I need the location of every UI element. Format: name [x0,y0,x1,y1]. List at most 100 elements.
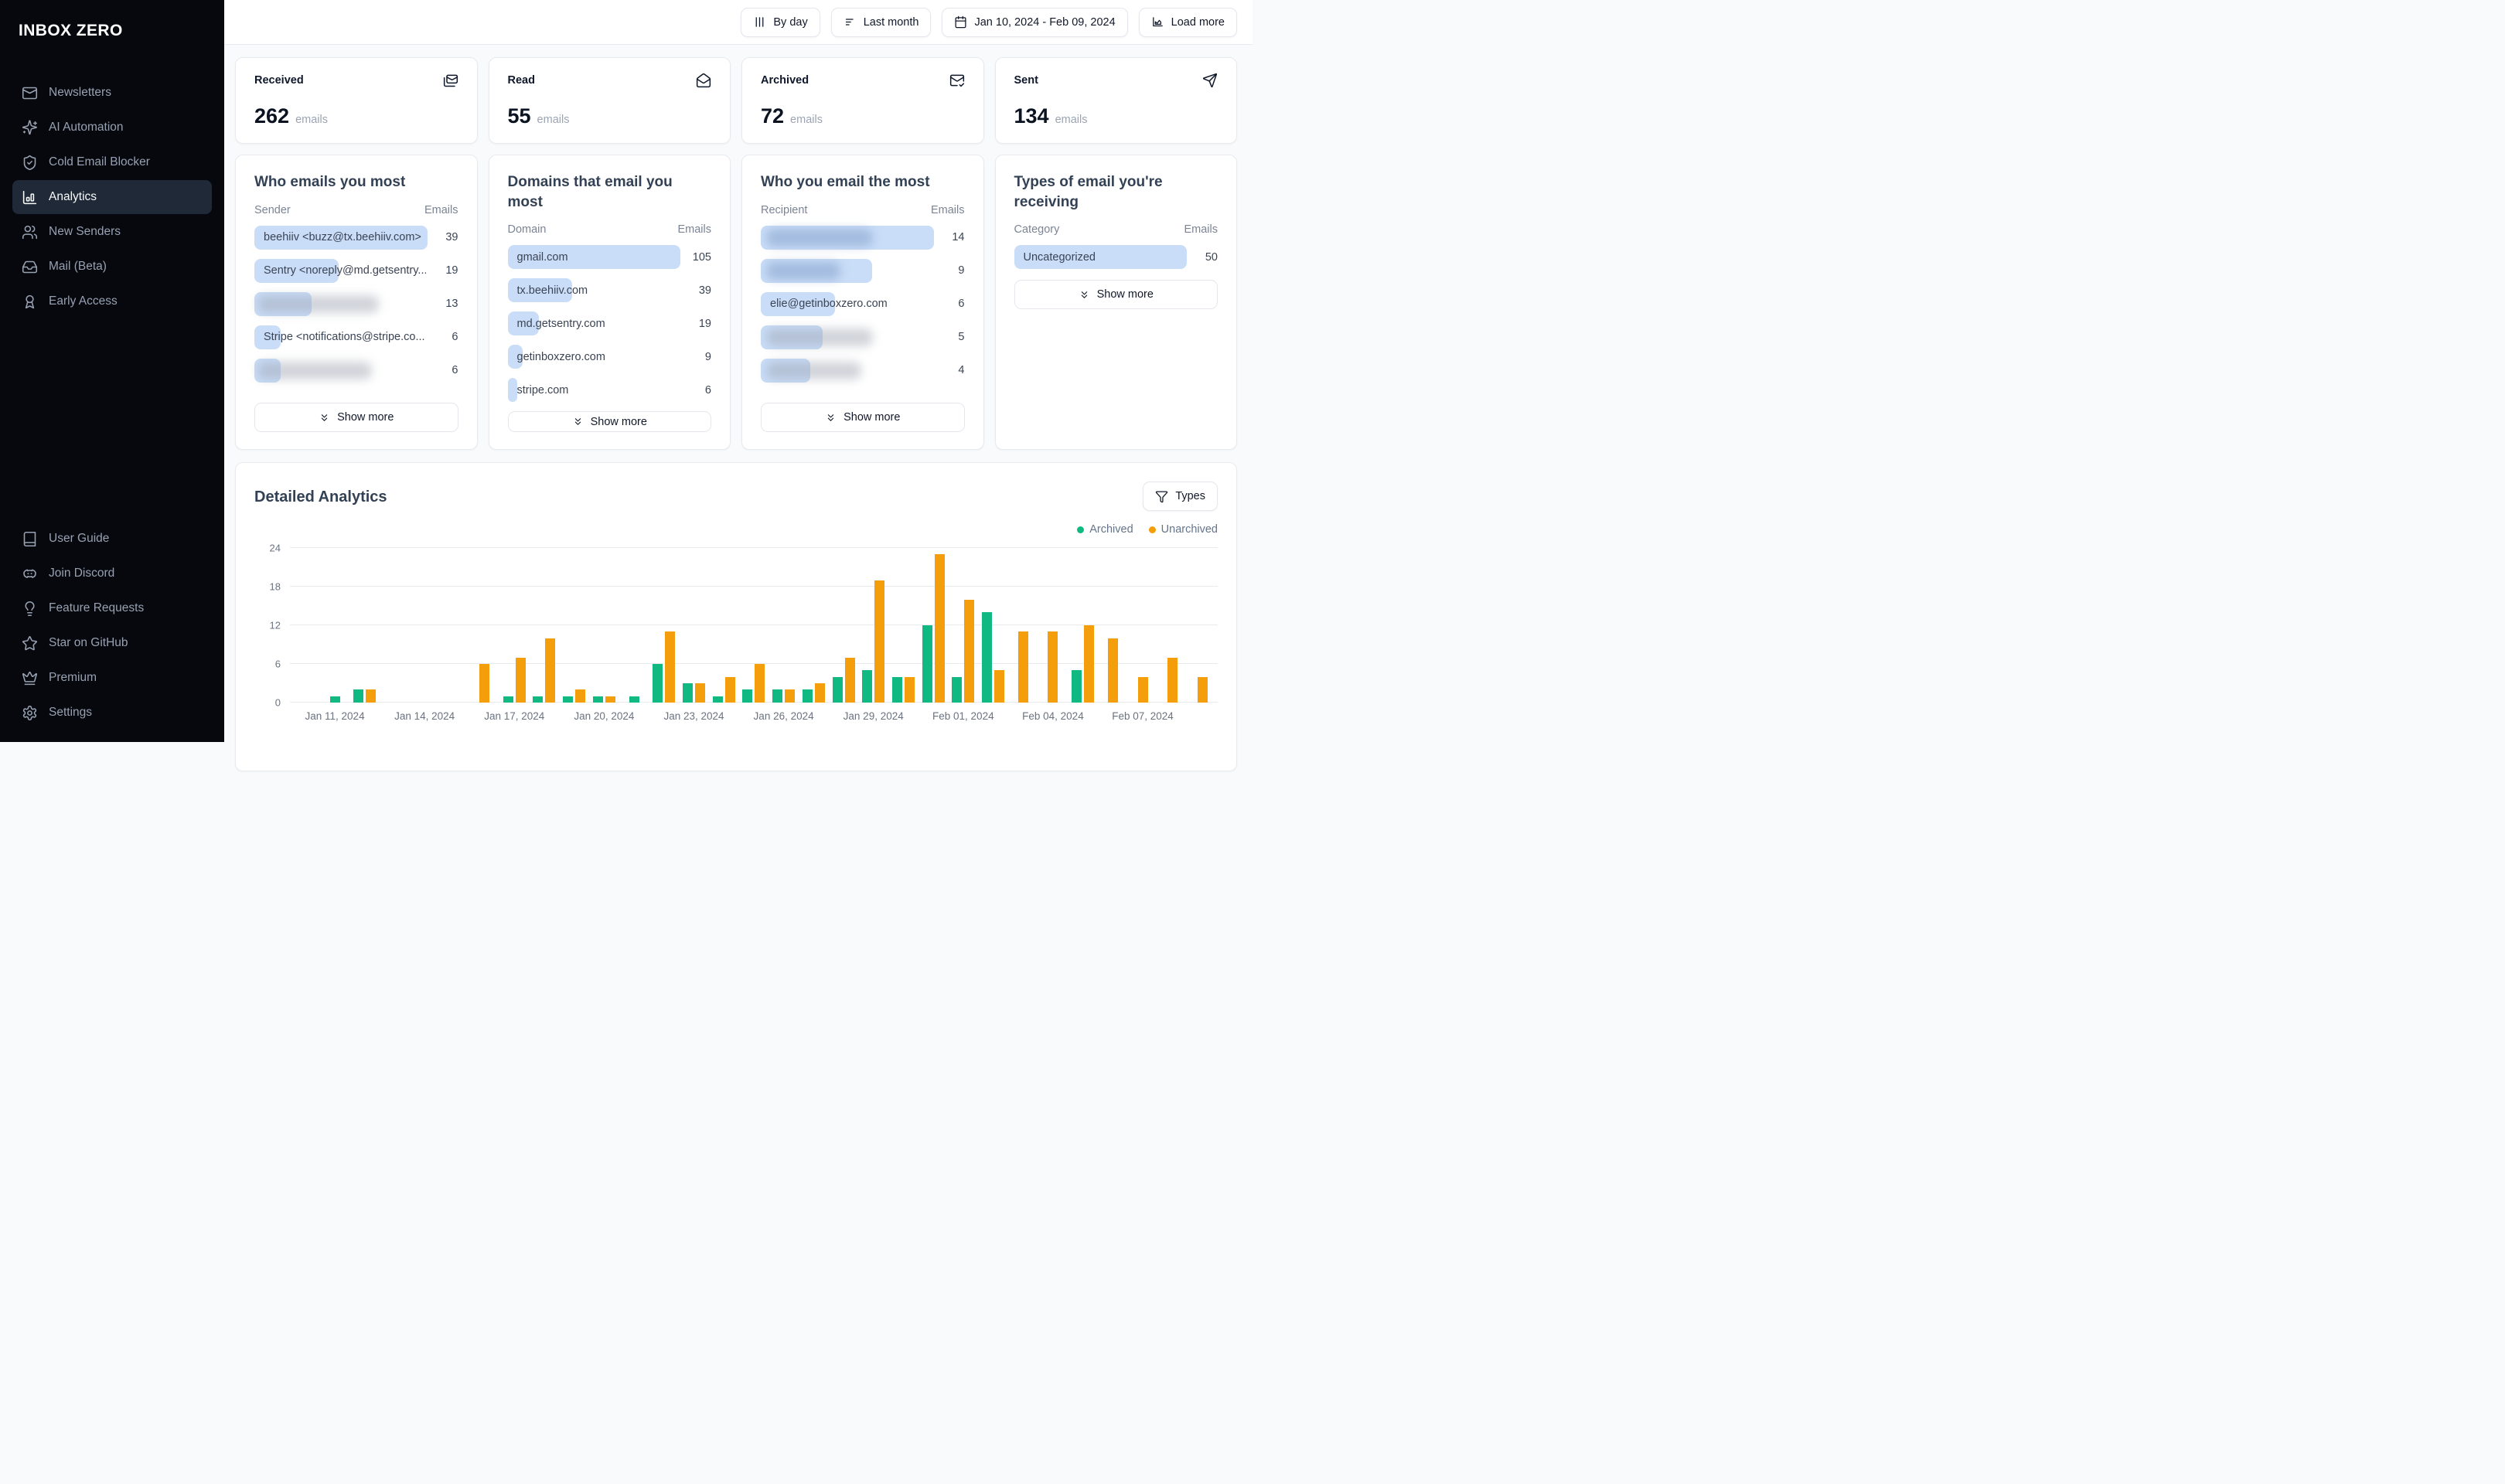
stat-card-archived: Archived 72 emails [741,57,984,144]
sidebar-item-settings[interactable]: Settings [12,696,212,730]
x-axis-slot [1188,710,1218,724]
chart-bar-unarchived [515,657,526,703]
sidebar-item-join-discord[interactable]: Join Discord [12,556,212,591]
chart-bar-unarchived [479,664,490,703]
chart-bar-unarchived [724,676,735,703]
column-headers: Domain Emails [508,223,712,236]
bar-group-jan-19-2024 [559,548,589,703]
bar-chart: 0 6 12 18 24 Jan 11, 2024 Jan 14, 2024 Jan 17,… [254,543,1218,724]
value-bar-track: tx.beehiiv.com [507,278,681,303]
sidebar-item-label: Premium [49,671,97,684]
bar-group-feb-03-2024 [1008,548,1038,703]
chart-bar-unarchived [934,554,945,703]
list-item-count: 9 [704,350,711,363]
sidebar-item-label: Cold Email Blocker [49,155,150,168]
stat-value: 72 emails [761,104,965,128]
bar-group-jan-20-2024 [589,548,619,703]
list-item-count: 6 [958,298,965,311]
load-more-button[interactable]: Load more [1138,7,1237,37]
column-header-label: Recipient [761,203,808,216]
card-title: Who emails you most [254,174,406,190]
chart-bar-unarchived [1167,657,1178,703]
column-headers: Category Emails [1014,223,1218,236]
stat-card-received: Received 262 emails [235,57,478,144]
sidebar-item-feature-requests[interactable]: Feature Requests [12,591,212,625]
x-axis-slot: Feb 04, 2024 [1022,710,1084,724]
redacted-text-blur [257,294,379,313]
by-day-button[interactable]: By day [741,7,820,37]
sidebar-item-cold-email-blocker[interactable]: Cold Email Blocker [12,145,212,179]
sidebar-item-early-access[interactable]: Early Access [12,284,212,318]
x-axis-slot: Feb 01, 2024 [932,710,994,724]
sidebar-item-user-guide[interactable]: User Guide [12,522,212,556]
x-axis-slot [440,710,470,724]
x-axis-slot [799,710,829,724]
value-bar-track [254,291,428,316]
card-who-you-email-the-most: Who you email the most Recipient Emails 14 9… [741,155,984,450]
last-month-button-label: Last month [863,15,919,29]
bar-group-jan-31-2024 [918,548,949,703]
sidebar-item-new-senders[interactable]: New Senders [12,215,212,249]
sidebar-item-label: Newsletters [49,86,111,99]
chart-bar-archived [682,683,693,703]
chart-bar-unarchived [874,580,885,703]
inbox-icon [22,259,38,275]
types-filter-button[interactable]: Types [1143,482,1218,511]
gear-icon [22,705,38,721]
date-range-button[interactable]: Jan 10, 2024 - Feb 09, 2024 [942,7,1128,37]
show-more-button[interactable]: Show more [507,411,711,432]
mail-icon [22,85,38,101]
bar-group-jan-26-2024 [769,548,799,703]
chart-bar-unarchived [605,696,615,703]
column-header-label: Domain [507,223,547,237]
stat-label: Read [507,74,535,87]
show-more-button[interactable]: Show more [1014,280,1218,310]
chart-x-axis-labels: Jan 11, 2024 Jan 14, 2024 Jan 17, 2024 Jan … [290,710,1218,724]
value-bar-track [761,325,934,349]
column-header-value: Emails [424,203,458,216]
users-icon [22,224,38,240]
legend-label: Unarchived [1160,523,1218,536]
sidebar-item-analytics[interactable]: Analytics [12,180,212,214]
list-item-count: 13 [445,298,458,311]
chart-bar-archived [891,676,902,703]
show-more-button[interactable]: Show more [761,403,965,432]
bar-group-jan-16-2024 [469,548,499,703]
value-bar-track: beehiiv <buzz@tx.beehiiv.com> [254,225,428,250]
list-item-label: Uncategorized [1023,250,1096,264]
legend-label: Archived [1089,523,1133,536]
sidebar-item-newsletters[interactable]: Newsletters [12,76,212,110]
value-bar-track: stripe.com [507,378,681,403]
value-bar-track: Sentry <noreply@md.getsentry.... [254,258,428,283]
x-axis-slot [888,710,918,724]
list-item: 13 [254,291,458,316]
last-month-button[interactable]: Last month [830,7,932,37]
stat-value: 262 emails [254,104,458,128]
show-more-button[interactable]: Show more [254,403,458,432]
bar-group-jan-17-2024 [499,548,530,703]
redacted-text-blur [765,328,874,346]
stat-card-sent: Sent 134 emails [994,57,1237,144]
sidebar-item-star-on-github[interactable]: Star on GitHub [12,626,212,660]
mail-check-icon [949,73,965,88]
x-axis-slot: Jan 20, 2024 [574,710,634,724]
crown-icon [22,670,38,686]
redacted-text-blur [765,228,874,247]
list-item: 5 [761,325,965,349]
stat-card-header: Received [254,73,458,88]
x-axis-slot [978,710,1008,724]
stat-label: Archived [761,74,809,87]
bar-group-jan-13-2024 [380,548,410,703]
mail-open-icon [696,73,711,88]
show-more-label: Show more [1096,288,1154,301]
list-item-label: md.getsentry.com [516,317,605,330]
sidebar-item-mail-beta[interactable]: Mail (Beta) [12,250,212,284]
value-bar-track [761,225,934,250]
chart-bar-unarchived [1107,638,1118,703]
sidebar-item-premium[interactable]: Premium [12,661,212,695]
sidebar-item-ai-automation[interactable]: AI Automation [12,111,212,145]
bar-group-feb-09-2024 [1188,548,1218,703]
chart-bar-unarchived [1197,676,1208,703]
mails-icon [443,73,458,88]
detailed-analytics-title: Detailed Analytics [254,488,387,505]
